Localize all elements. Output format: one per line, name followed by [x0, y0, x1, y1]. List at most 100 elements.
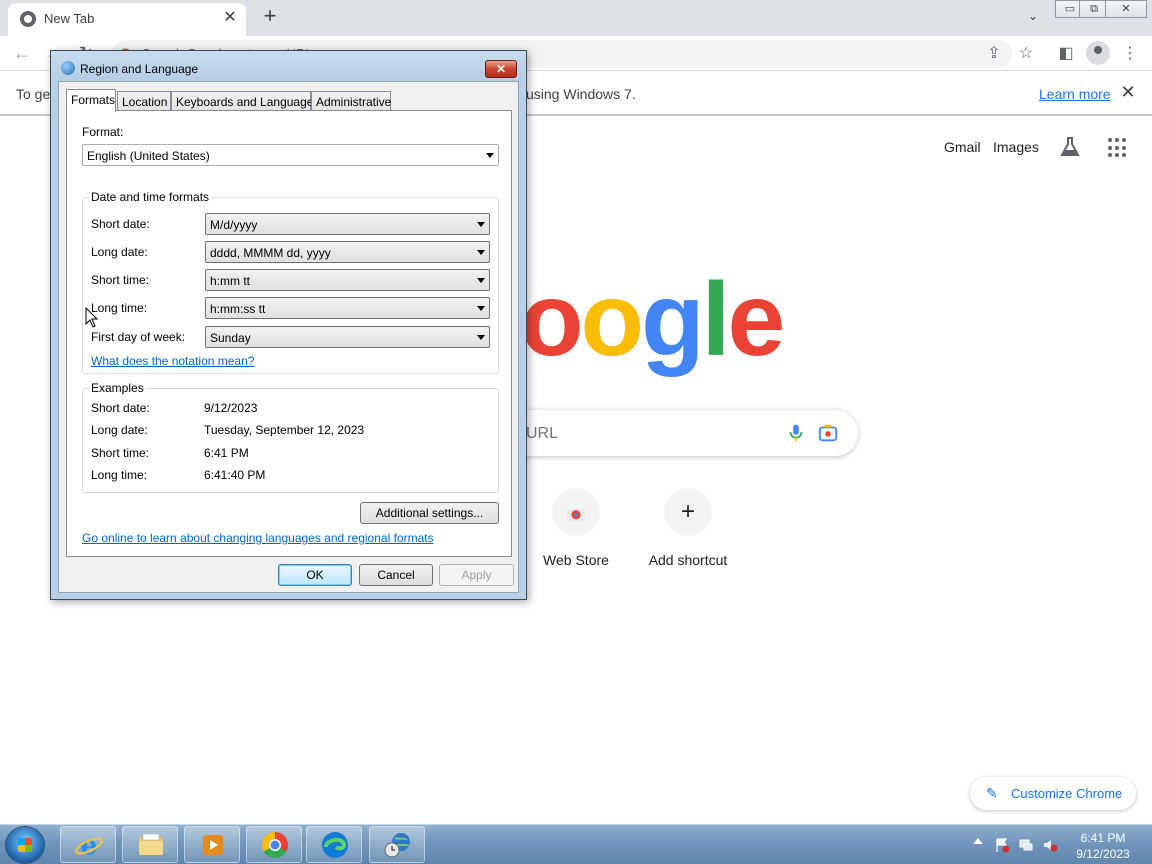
example-short-time-label: Short time:: [91, 446, 150, 460]
example-long-time-value: 6:41:40 PM: [204, 468, 266, 482]
chevron-down-icon: [477, 250, 485, 255]
long-date-dropdown[interactable]: dddd, MMMM dd, yyyy: [205, 241, 490, 263]
dialog-title: Region and Language: [80, 62, 199, 76]
taskbar-file-explorer[interactable]: [122, 826, 178, 863]
first-day-value: Sunday: [210, 331, 251, 345]
datetime-groupbox: Date and time formats Short date: M/d/yy…: [82, 190, 499, 374]
back-icon[interactable]: ←: [10, 41, 34, 65]
logo-letter: g: [641, 262, 705, 378]
system-clock[interactable]: 6:41 PM 9/12/2023: [1066, 830, 1140, 862]
menu-kebab-icon[interactable]: ⋮: [1118, 42, 1142, 66]
logo-letter: l: [701, 262, 731, 378]
labs-flask-icon[interactable]: [1058, 135, 1082, 159]
example-long-date-value: Tuesday, September 12, 2023: [204, 423, 365, 437]
notation-link[interactable]: What does the notation mean?: [91, 354, 254, 368]
short-date-dropdown[interactable]: M/d/yyyy: [205, 213, 490, 235]
long-time-value: h:mm:ss tt: [210, 302, 266, 316]
media-player-icon: [203, 835, 223, 855]
tab-new-tab[interactable]: New Tab ✕: [8, 3, 246, 36]
tab-administrative[interactable]: Administrative: [311, 91, 391, 111]
chrome-icon: [20, 11, 36, 27]
add-shortcut-button[interactable]: +: [664, 488, 712, 536]
short-time-value: h:mm tt: [210, 274, 251, 288]
chrome-web-store-icon: [566, 509, 586, 522]
format-value: English (United States): [87, 149, 210, 163]
gmail-link[interactable]: Gmail: [944, 139, 981, 155]
short-time-dropdown[interactable]: h:mm tt: [205, 269, 490, 291]
dialog-titlebar[interactable]: Region and Language ✕: [51, 51, 526, 81]
short-time-label: Short time:: [91, 273, 150, 287]
region-language-dialog: Region and Language ✕ Formats Location K…: [50, 50, 527, 600]
short-date-value: M/d/yyyy: [210, 218, 258, 232]
tab-search-icon[interactable]: ⌄: [1023, 6, 1043, 26]
example-short-time-value: 6:41 PM: [204, 446, 249, 460]
profile-avatar-icon[interactable]: [1086, 41, 1110, 65]
datetime-group-title: Date and time formats: [89, 190, 212, 204]
voice-search-icon[interactable]: [785, 422, 807, 444]
customize-chrome-label: Customize Chrome: [1011, 786, 1123, 801]
web-store-shortcut[interactable]: [552, 488, 600, 536]
start-button[interactable]: [6, 827, 44, 863]
mouse-cursor-icon: [85, 307, 99, 328]
infobar-message-left: To get: [16, 86, 55, 102]
taskbar-chrome[interactable]: [246, 826, 302, 863]
network-icon[interactable]: [1018, 837, 1034, 853]
tab-keyboards-languages[interactable]: Keyboards and Languages: [171, 91, 319, 111]
images-link[interactable]: Images: [993, 139, 1039, 155]
taskbar-edge[interactable]: [306, 826, 362, 863]
infobar-message-right: using Windows 7.: [526, 86, 636, 102]
file-explorer-icon: [139, 833, 163, 855]
apply-button[interactable]: Apply: [439, 564, 514, 586]
learn-more-link[interactable]: Learn more: [1039, 86, 1111, 102]
clock-date: 9/12/2023: [1076, 847, 1130, 861]
examples-group-title: Examples: [89, 381, 146, 395]
window-close-button[interactable]: ✕: [1105, 0, 1147, 18]
chrome-icon: [261, 831, 288, 859]
taskbar-media-player[interactable]: [184, 826, 240, 863]
close-tab-icon[interactable]: ✕: [220, 8, 240, 28]
long-date-label: Long date:: [91, 245, 148, 259]
example-long-time-label: Long time:: [91, 468, 148, 482]
chevron-down-icon: [477, 306, 485, 311]
side-panel-icon[interactable]: ◧: [1054, 42, 1078, 66]
bookmark-star-icon[interactable]: ☆: [1014, 42, 1038, 66]
taskbar-internet-explorer[interactable]: e: [60, 826, 116, 863]
examples-groupbox: Examples Short date: 9/12/2023 Long date…: [82, 381, 499, 493]
format-dropdown[interactable]: English (United States): [82, 144, 499, 166]
customize-chrome-button[interactable]: ✎ Customize Chrome: [970, 777, 1136, 810]
cancel-button[interactable]: Cancel: [359, 564, 433, 586]
example-short-date-value: 9/12/2023: [204, 401, 258, 415]
svg-text:e: e: [81, 831, 98, 859]
share-icon[interactable]: ⇪: [982, 42, 1006, 66]
volume-muted-icon[interactable]: [1042, 837, 1058, 853]
new-tab-button[interactable]: +: [258, 4, 282, 28]
formats-panel: Format: English (United States) Date and…: [66, 110, 512, 557]
region-language-icon: [384, 833, 410, 858]
infobar-close-icon[interactable]: ✕: [1118, 82, 1138, 104]
long-time-dropdown[interactable]: h:mm:ss tt: [205, 297, 490, 319]
tab-location[interactable]: Location: [117, 91, 171, 111]
action-center-flag-icon[interactable]: [994, 837, 1010, 853]
long-date-value: dddd, MMMM dd, yyyy: [210, 246, 331, 260]
clock-time: 6:41 PM: [1080, 831, 1126, 845]
tab-strip: New Tab ✕ + ⌄ ▭ ⧉ ✕: [0, 0, 1152, 36]
google-apps-icon[interactable]: [1108, 138, 1128, 158]
logo-letter: o: [520, 262, 584, 378]
globe-icon: [61, 61, 75, 75]
first-day-label: First day of week:: [91, 330, 186, 344]
online-languages-link[interactable]: Go online to learn about changing langua…: [82, 531, 434, 545]
ok-button[interactable]: OK: [278, 564, 352, 586]
show-hidden-icons[interactable]: [973, 838, 983, 844]
chevron-down-icon: [477, 222, 485, 227]
tab-formats[interactable]: Formats: [66, 89, 116, 112]
short-date-label: Short date:: [91, 217, 150, 231]
chevron-down-icon: [477, 278, 485, 283]
first-day-dropdown[interactable]: Sunday: [205, 326, 490, 348]
edge-icon: [322, 832, 348, 858]
image-search-icon[interactable]: [817, 422, 839, 444]
additional-settings-button[interactable]: Additional settings...: [360, 502, 499, 524]
dialog-close-button[interactable]: ✕: [485, 60, 517, 78]
tab-title: New Tab: [44, 11, 95, 26]
taskbar-region-language[interactable]: [369, 826, 425, 863]
plus-icon: +: [680, 498, 695, 525]
